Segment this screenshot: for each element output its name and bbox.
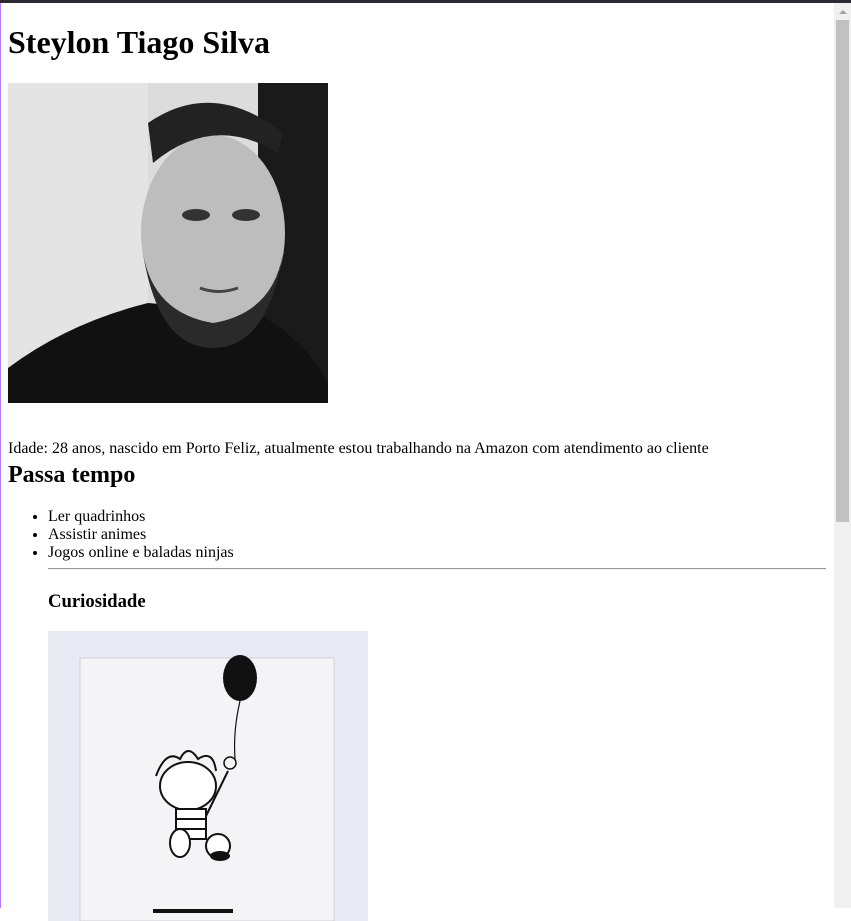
cartoon-image bbox=[48, 631, 368, 921]
profile-photo bbox=[8, 83, 328, 403]
list-item: Jogos online e baladas ninjas bbox=[48, 544, 826, 562]
hobbies-list: Ler quadrinhos Assistir animes Jogos onl… bbox=[8, 508, 826, 562]
list-item: Ler quadrinhos bbox=[48, 508, 826, 526]
curiosity-heading: Curiosidade bbox=[48, 591, 146, 612]
bio-paragraph: Idade: 28 anos, nascido em Porto Feliz, … bbox=[8, 440, 709, 457]
hobbies-heading: Passa tempo bbox=[8, 462, 136, 488]
window-top-border bbox=[0, 0, 851, 3]
list-item: Assistir animes bbox=[48, 526, 826, 544]
scrollbar[interactable] bbox=[834, 3, 851, 908]
page-title: Steylon Tiago Silva bbox=[8, 24, 270, 60]
scrollbar-thumb[interactable] bbox=[836, 20, 849, 522]
window-left-border bbox=[0, 3, 1, 908]
divider bbox=[48, 568, 826, 570]
scroll-up-arrow-icon[interactable] bbox=[834, 3, 851, 20]
